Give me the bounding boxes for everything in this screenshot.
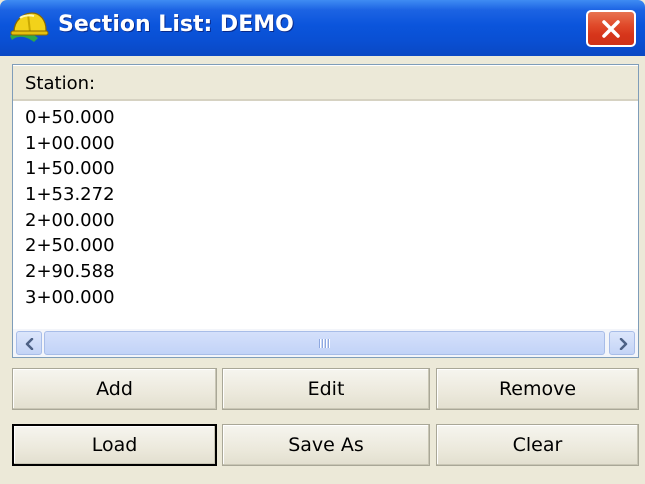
column-header-station: Station: [25, 73, 96, 94]
scroll-right-button[interactable] [609, 331, 635, 355]
clear-button[interactable]: Clear [436, 424, 639, 466]
column-header[interactable]: Station: [13, 65, 638, 101]
list-item[interactable]: 1+50.000 [25, 156, 115, 182]
hardhat-icon [8, 10, 50, 48]
scroll-grip-icon [319, 339, 331, 348]
list-item[interactable]: 3+00.000 [25, 285, 115, 311]
add-button[interactable]: Add [12, 368, 217, 410]
list-item[interactable]: 2+00.000 [25, 208, 115, 234]
scroll-thumb[interactable] [44, 331, 605, 355]
window-title: Section List: DEMO [58, 12, 294, 37]
section-list-window: Section List: DEMO Station: 0+50.000 1+0… [0, 0, 645, 484]
edit-button[interactable]: Edit [222, 368, 430, 410]
list-item[interactable]: 2+50.000 [25, 233, 115, 259]
list-item[interactable]: 0+50.000 [25, 105, 115, 131]
title-bar[interactable]: Section List: DEMO [0, 0, 645, 56]
station-list: 0+50.000 1+00.000 1+50.000 1+53.272 2+00… [25, 105, 115, 311]
remove-button[interactable]: Remove [436, 368, 639, 410]
list-item[interactable]: 2+90.588 [25, 259, 115, 285]
list-item[interactable]: 1+53.272 [25, 182, 115, 208]
scroll-left-button[interactable] [16, 331, 42, 355]
list-item[interactable]: 1+00.000 [25, 131, 115, 157]
save-as-button[interactable]: Save As [222, 424, 430, 466]
horizontal-scrollbar[interactable] [13, 329, 638, 357]
close-button[interactable] [586, 10, 636, 47]
load-button[interactable]: Load [12, 424, 217, 466]
station-listbox[interactable]: Station: 0+50.000 1+00.000 1+50.000 1+53… [12, 64, 639, 358]
